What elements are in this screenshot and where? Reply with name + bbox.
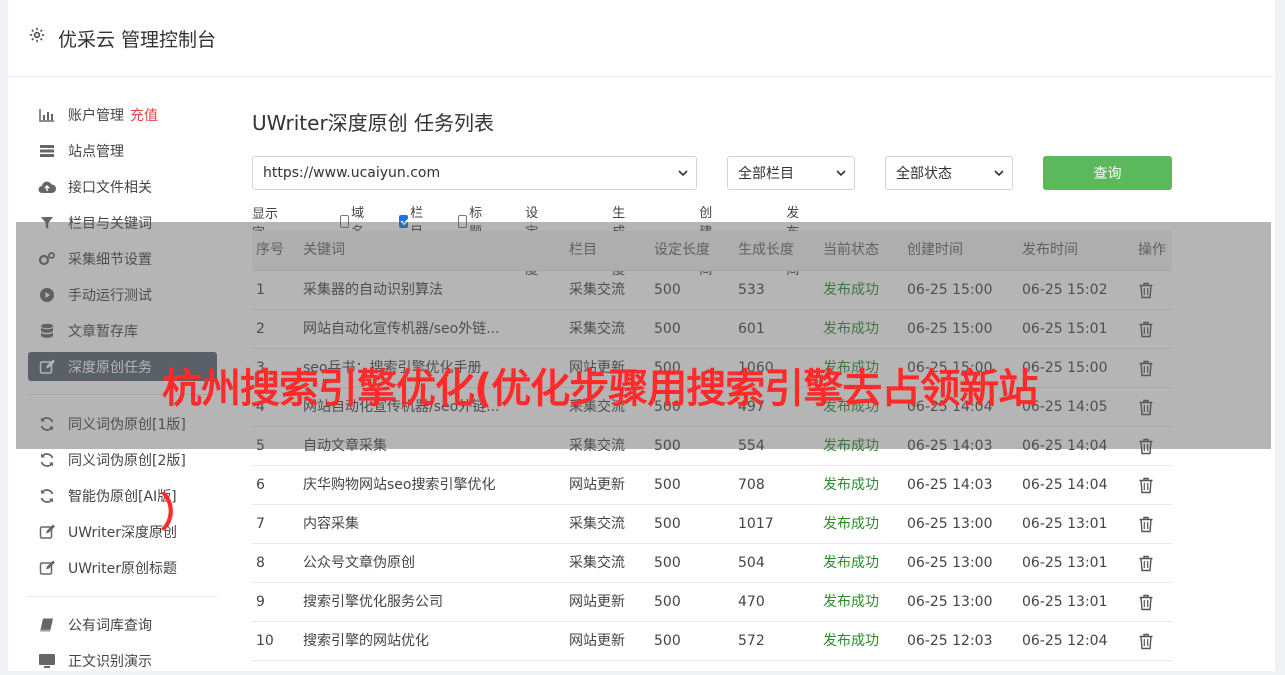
row-keyword: 搜索引擎优化服务公司 — [303, 594, 443, 610]
row-keyword: 庆华购物网站seo搜索引擎优化 — [303, 477, 496, 493]
row-index: 8 — [256, 555, 265, 571]
row-index: 6 — [256, 477, 265, 493]
row-column: 采集交流 — [569, 516, 625, 532]
row-gen-length: 504 — [738, 555, 765, 571]
row-status: 发布成功 — [823, 555, 879, 571]
overlay-headline-tail: ） — [160, 490, 200, 536]
top-bar: 优采云 管理控制台 — [8, 0, 1275, 77]
row-created: 06-25 14:03 — [907, 477, 993, 493]
row-created: 06-25 13:00 — [907, 516, 993, 532]
row-published: 06-25 13:01 — [1022, 516, 1108, 532]
trash-icon[interactable] — [1138, 477, 1154, 494]
sidebar-item-public-lexicon[interactable]: 公有词库查询 — [28, 610, 217, 639]
cloud-upload-icon — [38, 178, 56, 196]
row-created: 06-25 13:00 — [907, 555, 993, 571]
row-keyword: 搜索引擎的网站优化 — [303, 633, 429, 649]
table-row: 6 庆华购物网站seo搜索引擎优化 网站更新 500 708 发布成功 06-25 14:0… — [252, 466, 1172, 505]
row-column: 网站更新 — [569, 633, 625, 649]
sidebar-item-account[interactable]: 账户管理 充值 — [28, 100, 217, 129]
row-column: 网站更新 — [569, 477, 625, 493]
sidebar-divider — [28, 596, 217, 597]
sidebar-item-label: UWriter原创标题 — [68, 560, 177, 577]
row-gen-length: 572 — [738, 633, 765, 649]
recharge-link[interactable]: 充值 — [130, 105, 158, 125]
row-status: 发布成功 — [823, 633, 879, 649]
row-created: 06-25 12:03 — [907, 633, 993, 649]
sidebar-item-uwriter-titles[interactable]: UWriter原创标题 — [28, 553, 217, 582]
status-select[interactable]: 全部状态 — [885, 156, 1013, 190]
sidebar-item-label: 站点管理 — [68, 143, 124, 160]
row-set-length: 500 — [654, 555, 681, 571]
console-title: 优采云 管理控制台 — [58, 29, 217, 51]
row-set-length: 500 — [654, 633, 681, 649]
trash-icon[interactable] — [1138, 633, 1154, 650]
bar-chart-icon — [38, 106, 56, 124]
row-status: 发布成功 — [823, 594, 879, 610]
row-column: 采集交流 — [569, 555, 625, 571]
chevron-down-icon — [678, 170, 688, 177]
row-published: 06-25 12:04 — [1022, 633, 1108, 649]
book-icon — [38, 616, 56, 634]
row-gen-length: 1017 — [738, 516, 774, 532]
row-published: 06-25 14:04 — [1022, 477, 1108, 493]
sidebar-item-synonym-v2[interactable]: 同义词伪原创[2版] — [28, 445, 217, 474]
site-select-value: https://www.ucaiyun.com — [263, 165, 441, 181]
edit-icon — [38, 523, 56, 541]
row-set-length: 500 — [654, 516, 681, 532]
chevron-down-icon — [836, 170, 846, 177]
column-select-value: 全部栏目 — [738, 166, 794, 182]
row-gen-length: 470 — [738, 594, 765, 610]
chevron-down-icon — [994, 170, 1004, 177]
banner-overlay — [16, 222, 1271, 449]
sidebar-item-label: 正文识别演示 — [68, 653, 152, 670]
row-set-length: 500 — [654, 477, 681, 493]
sidebar-item-label: 接口文件相关 — [68, 179, 152, 196]
row-keyword: 内容采集 — [303, 516, 359, 532]
monitor-icon — [38, 652, 56, 670]
sidebar-item-label: 同义词伪原创[2版] — [68, 452, 186, 469]
status-select-value: 全部状态 — [896, 166, 952, 182]
table-row: 10 搜索引擎的网站优化 网站更新 500 572 发布成功 06-25 12:03 06-2… — [252, 622, 1172, 661]
row-index: 7 — [256, 516, 265, 532]
sidebar-item-label: 账户管理 — [68, 107, 124, 124]
refresh-icon — [38, 451, 56, 469]
row-index: 9 — [256, 594, 265, 610]
table-row: 7 内容采集 采集交流 500 1017 发布成功 06-25 13:00 06-25 13:… — [252, 505, 1172, 544]
row-status: 发布成功 — [823, 516, 879, 532]
sidebar-item-interface-files[interactable]: 接口文件相关 — [28, 172, 217, 201]
row-created: 06-25 13:00 — [907, 594, 993, 610]
refresh-icon — [38, 487, 56, 505]
row-index: 10 — [256, 633, 274, 649]
row-keyword: 公众号文章伪原创 — [303, 555, 415, 571]
row-status: 发布成功 — [823, 477, 879, 493]
trash-icon[interactable] — [1138, 594, 1154, 611]
table-row: 9 搜索引擎优化服务公司 网站更新 500 470 发布成功 06-25 13:00 06-2… — [252, 583, 1172, 622]
sidebar-item-label: 公有词库查询 — [68, 617, 152, 634]
row-gen-length: 708 — [738, 477, 765, 493]
gear-icon — [29, 27, 45, 43]
column-select[interactable]: 全部栏目 — [727, 156, 855, 190]
page-title: UWriter深度原创 任务列表 — [252, 111, 495, 135]
sidebar-item-sites[interactable]: 站点管理 — [28, 136, 217, 165]
trash-icon[interactable] — [1138, 516, 1154, 533]
overlay-headline: 杭州搜索引擎优化(优化步骤用搜索引擎去占领新站 — [162, 366, 1038, 412]
row-set-length: 500 — [654, 594, 681, 610]
server-icon — [38, 142, 56, 160]
row-published: 06-25 13:01 — [1022, 594, 1108, 610]
site-select[interactable]: https://www.ucaiyun.com — [252, 156, 697, 190]
table-row: 8 公众号文章伪原创 采集交流 500 504 发布成功 06-25 13:00 06-25 … — [252, 544, 1172, 583]
edit-icon — [38, 559, 56, 577]
row-column: 网站更新 — [569, 594, 625, 610]
query-button[interactable]: 查询 — [1043, 156, 1172, 190]
trash-icon[interactable] — [1138, 555, 1154, 572]
row-published: 06-25 13:01 — [1022, 555, 1108, 571]
